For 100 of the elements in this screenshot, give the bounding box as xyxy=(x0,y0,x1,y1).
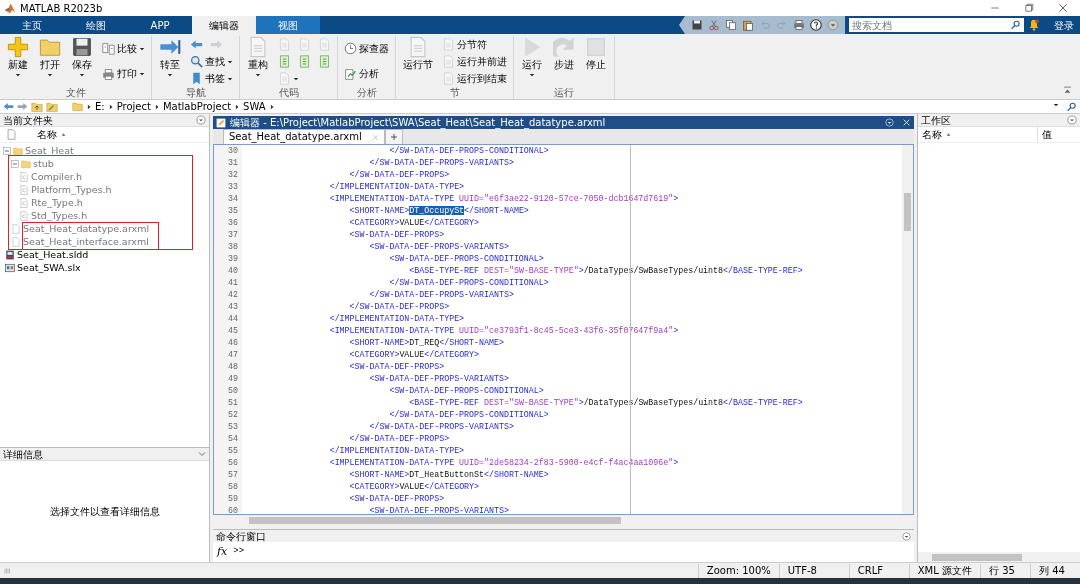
compare-icon xyxy=(102,42,115,56)
code-line: <SW-DATA-DEF-PROPS-VARIANTS> xyxy=(368,505,510,514)
file-name[interactable]: Compiler.h xyxy=(31,170,82,183)
restore-icon[interactable] xyxy=(1024,3,1034,13)
path-segment[interactable]: E: xyxy=(95,99,105,114)
caret-icon xyxy=(47,72,53,78)
document-icon xyxy=(247,36,269,58)
file-name[interactable]: Rte_Type.h xyxy=(31,196,83,209)
code-line: <SW-DATA-DEF-PROPS-VARIANTS> xyxy=(368,241,510,253)
ribbon-button[interactable]: 分析 xyxy=(342,67,381,81)
ribbon-button[interactable]: 保存 xyxy=(68,36,96,87)
file-name[interactable]: stub xyxy=(33,157,54,170)
scrollbar-thumb[interactable] xyxy=(932,553,1022,561)
ribbon-button[interactable]: 书签 xyxy=(188,72,235,85)
paste-icon[interactable] xyxy=(742,19,754,31)
function-browser-button[interactable]: fx xyxy=(217,543,228,561)
line-number: 59 xyxy=(227,493,238,505)
sign-in-link[interactable]: 登录 xyxy=(1048,16,1080,34)
caret-icon xyxy=(139,71,145,78)
collapse-icon[interactable] xyxy=(11,159,19,168)
printer-icon[interactable] xyxy=(793,19,805,31)
column-header[interactable]: 值 xyxy=(1042,127,1052,142)
line-number: 41 xyxy=(227,277,238,289)
plus-icon xyxy=(7,36,29,58)
editor-title: 编辑器 - E:\Project\MatlabProject\SWA\Seat_Heat\Seat_Heat_datatype.arxml xyxy=(230,116,606,130)
breadcrumb-arrow-icon[interactable] xyxy=(86,103,92,110)
dropdown-icon[interactable] xyxy=(1053,101,1059,108)
file-name[interactable]: Platform_Types.h xyxy=(31,183,112,196)
panel-menu-icon[interactable] xyxy=(1067,115,1077,125)
browse-folder-icon[interactable] xyxy=(46,100,58,113)
path-segment[interactable]: MatlabProject xyxy=(162,99,232,114)
forward-icon[interactable] xyxy=(17,101,28,112)
column-header[interactable]: 名称 xyxy=(922,127,942,142)
chevron-down-icon[interactable] xyxy=(198,450,206,458)
file-name[interactable]: Std_Types.h xyxy=(31,209,88,222)
code-line: </SW-DATA-DEF-PROPS> xyxy=(348,433,451,445)
line-number: 56 xyxy=(227,457,238,469)
line-number: 37 xyxy=(227,229,238,241)
status-item: 行 35 xyxy=(980,563,1030,578)
collapse-icon[interactable] xyxy=(1063,86,1072,95)
code-line: <CATEGORY>VALUE</CATEGORY> xyxy=(348,481,481,493)
back-icon[interactable] xyxy=(3,101,14,112)
column-header[interactable]: 名称 xyxy=(37,127,57,142)
caret-icon xyxy=(227,75,233,82)
scrollbar-thumb[interactable] xyxy=(249,517,621,524)
line-number: 54 xyxy=(227,433,238,445)
ribbon-button[interactable]: 查找 xyxy=(188,55,235,68)
breadcrumb-arrow-icon[interactable] xyxy=(234,103,241,110)
file-name[interactable]: Seat_SWA.slx xyxy=(17,261,81,274)
ribbon-tab[interactable]: 主页 xyxy=(0,16,64,34)
caret-icon xyxy=(139,45,145,52)
code-line: <SW-DATA-DEF-PROPS-VARIANTS> xyxy=(368,373,510,385)
c-file-icon xyxy=(19,171,29,182)
file-name[interactable]: Seat_Heat_datatype.arxml xyxy=(23,222,150,235)
ribbon-button[interactable]: 转至 xyxy=(156,36,184,87)
breadcrumb-arrow-icon[interactable] xyxy=(107,103,114,110)
file-name[interactable]: Seat_Heat.sldd xyxy=(17,248,89,261)
vertical-scrollbar[interactable] xyxy=(902,145,913,514)
panel-menu-icon[interactable] xyxy=(902,531,911,541)
caret-icon xyxy=(529,72,535,78)
ribbon-tab[interactable]: 绘图 xyxy=(64,16,128,34)
line-number: 32 xyxy=(227,169,238,181)
search-icon[interactable] xyxy=(1067,101,1077,112)
copy-icon[interactable] xyxy=(725,19,737,31)
help-icon[interactable] xyxy=(810,19,822,31)
file-name[interactable]: Seat_Heat_interface.arxml xyxy=(23,235,149,248)
ribbon-button[interactable]: 探查器 xyxy=(342,42,391,56)
code-line: <SHORT-NAME>DT_HeatButtonSt</SHORT-NAME> xyxy=(348,469,550,481)
scissors-icon[interactable] xyxy=(708,19,720,31)
folder-up-icon[interactable] xyxy=(31,100,43,113)
breadcrumb-arrow-icon[interactable] xyxy=(268,103,275,110)
line-number: 42 xyxy=(227,289,238,301)
path-segment[interactable]: SWA xyxy=(243,99,266,114)
save-icon[interactable] xyxy=(691,19,703,31)
file-icon xyxy=(6,129,17,140)
line-number: 33 xyxy=(227,181,238,193)
bell-icon[interactable] xyxy=(1028,19,1040,31)
close-icon[interactable] xyxy=(1058,3,1068,13)
file-name[interactable]: Seat_Heat xyxy=(25,144,74,157)
ribbon-tab[interactable]: 视图 xyxy=(256,16,320,34)
panel-menu-icon[interactable] xyxy=(196,115,206,125)
c-file-icon xyxy=(19,184,29,195)
code-line: <IMPLEMENTATION-DATA-TYPE UUID="2de58234-2f83-5900-e4cf-f4ac4aa1096e"> xyxy=(328,457,680,469)
ribbon-button[interactable]: 打开 xyxy=(36,36,64,87)
collapse-icon[interactable] xyxy=(3,146,11,155)
ribbon-tab[interactable]: 编辑器 xyxy=(192,16,256,34)
path-segment[interactable]: Project xyxy=(116,99,151,114)
document-icon xyxy=(442,38,455,51)
line-number: 30 xyxy=(227,145,238,157)
ribbon-button[interactable]: 比较 xyxy=(100,42,147,56)
arrow-left-icon[interactable] xyxy=(188,38,205,51)
ribbon-button[interactable]: 打印 xyxy=(100,67,147,81)
pencil-document-icon xyxy=(216,117,226,128)
code-line: <SHORT-NAME>DT_REQ</SHORT-NAME> xyxy=(348,337,505,349)
file-tab[interactable]: Seat_Heat_datatype.arxml xyxy=(223,129,385,144)
save-icon xyxy=(71,36,93,58)
ribbon-button[interactable]: 新建 xyxy=(4,36,32,87)
panel-title: 命令行窗口 xyxy=(216,529,266,544)
breadcrumb-arrow-icon[interactable] xyxy=(153,103,160,110)
ribbon-tab[interactable]: APP xyxy=(128,16,192,34)
